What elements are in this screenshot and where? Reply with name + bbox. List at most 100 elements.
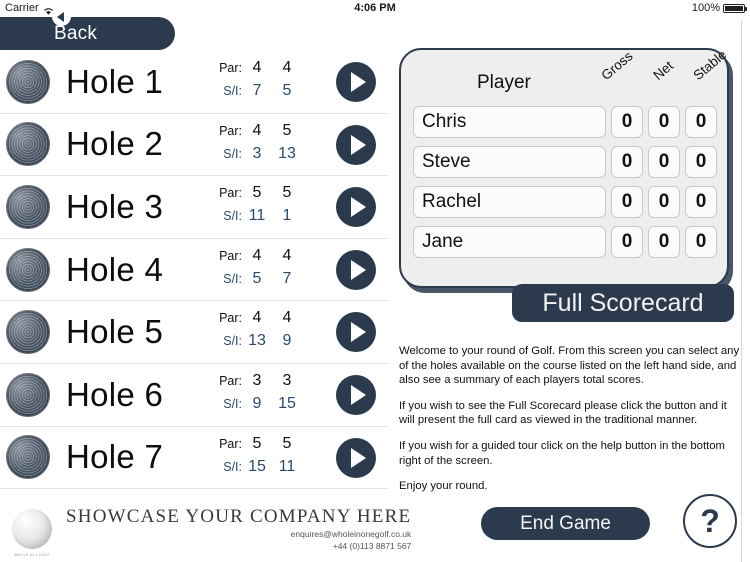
hole-row[interactable]: Hole 4 Par: 4 4 S/I: 5 7	[0, 239, 388, 302]
welcome-paragraph-3: If you wish for a guided tour click on t…	[399, 439, 725, 467]
golf-ball-icon	[6, 310, 50, 355]
play-hole-button[interactable]	[336, 249, 376, 290]
hole-stats: Par: 5 5 S/I: 15 11	[196, 435, 326, 481]
si-value-1: 5	[252, 269, 262, 287]
stable-score-box: 0	[685, 226, 717, 258]
full-scorecard-label: Full Scorecard	[542, 288, 704, 317]
par-value-2: 5	[282, 184, 292, 202]
scorecard-gross-header: Gross	[598, 48, 636, 83]
si-value-2: 13	[278, 144, 296, 162]
scorecard-player-header: Player	[477, 72, 531, 93]
scorecard-player-row[interactable]: Steve 0 0 0	[401, 142, 727, 182]
hole-name-label: Hole 7	[66, 438, 164, 476]
si-value-2: 9	[282, 332, 292, 350]
advert-phone: +44 (0)113 8871 567	[332, 541, 412, 551]
scorecard-player-row[interactable]: Jane 0 0 0	[401, 222, 727, 262]
golf-ball-icon	[6, 247, 50, 292]
welcome-text: Welcome to your round of Golf. From this…	[399, 344, 740, 505]
hole-row[interactable]: Hole 7 Par: 5 5 S/I: 15 11	[0, 427, 388, 490]
question-mark-icon: ?	[700, 502, 720, 539]
scorecard-rows: Chris 0 0 0 Steve 0 0 0 Rachel 0 0 0 Jane 0 0 0	[401, 102, 727, 262]
hole-stats: Par: 4 5 S/I: 3 13	[196, 122, 326, 168]
help-button[interactable]: ?	[683, 494, 737, 548]
par-label: Par:	[219, 436, 242, 451]
advert-headline: SHOWCASE YOUR COMPANY HERE	[66, 506, 412, 527]
play-hole-button[interactable]	[336, 374, 376, 415]
hole-name-label: Hole 4	[66, 250, 164, 288]
si-value-1: 15	[248, 457, 266, 475]
hole-name-label: Hole 5	[66, 313, 164, 351]
welcome-paragraph-1: Welcome to your round of Golf. From this…	[399, 345, 740, 387]
hole-row[interactable]: Hole 5 Par: 4 4 S/I: 13 9	[0, 301, 388, 364]
stable-score-box: 0	[685, 146, 717, 178]
summary-scorecard-panel: Player Gross Net Stable Chris 0 0 0 Steve 0 0 0…	[399, 47, 729, 288]
battery-percent-label: 100%	[691, 2, 720, 14]
golf-ball-icon	[6, 435, 50, 480]
play-arrow-icon	[351, 447, 366, 468]
back-button[interactable]: Back	[0, 17, 175, 50]
stable-score-box: 0	[685, 106, 717, 138]
par-value-1: 4	[252, 59, 262, 76]
hole-stats: Par: 5 5 S/I: 11 1	[196, 184, 326, 230]
golf-ball-icon	[6, 59, 50, 104]
si-value-2: 15	[278, 394, 296, 412]
hole-list[interactable]: Hole 1 Par: 4 4 S/I: 7 5 Hole 2 Par: 4 5 S/I: 3 13 Hol…	[0, 51, 388, 494]
scorecard-player-row[interactable]: Rachel 0 0 0	[401, 182, 727, 222]
par-value-1: 4	[252, 246, 262, 264]
si-value-2: 11	[278, 457, 296, 475]
golf-ball-icon	[6, 122, 50, 167]
play-hole-button[interactable]	[336, 124, 376, 165]
play-hole-button[interactable]	[336, 312, 376, 353]
advert-logo-caption: WHOLE IN 1 GOLF	[13, 553, 51, 557]
scorecard-player-row[interactable]: Chris 0 0 0	[401, 102, 727, 142]
si-value-2: 7	[282, 269, 292, 287]
stable-score-box: 0	[685, 186, 717, 218]
welcome-paragraph-4: Enjoy your round.	[399, 480, 488, 493]
play-hole-button[interactable]	[336, 187, 376, 228]
hole-row[interactable]: Hole 6 Par: 3 3 S/I: 9 15	[0, 364, 388, 427]
hole-stats: Par: 4 4 S/I: 5 7	[196, 247, 326, 293]
si-label: S/I:	[223, 459, 242, 474]
net-score-box: 0	[648, 186, 680, 218]
net-score-box: 0	[648, 106, 680, 138]
si-value-2: 1	[282, 207, 292, 225]
par-label: Par:	[219, 248, 242, 263]
gross-score-box: 0	[611, 146, 643, 178]
si-label: S/I:	[223, 84, 242, 98]
full-scorecard-button[interactable]: Full Scorecard	[512, 284, 734, 322]
play-arrow-icon	[351, 322, 366, 343]
end-game-button[interactable]: End Game	[481, 507, 650, 540]
hole-name-label: Hole 6	[66, 375, 164, 413]
play-arrow-icon	[351, 259, 366, 280]
play-hole-button[interactable]	[336, 437, 376, 478]
player-name-field[interactable]: Steve	[413, 146, 606, 178]
si-value-1: 13	[248, 332, 266, 350]
par-value-2: 4	[282, 246, 292, 264]
play-arrow-icon	[351, 134, 366, 155]
player-name-field[interactable]: Rachel	[413, 186, 606, 218]
hole-name-label: Hole 1	[66, 62, 164, 100]
end-game-label: End Game	[520, 512, 611, 534]
play-arrow-icon	[351, 72, 366, 92]
advert-email: enquires@wholeinonegolf.co.uk	[290, 529, 412, 539]
par-value-1: 5	[252, 184, 262, 202]
par-value-2: 4	[282, 59, 292, 76]
hole-row[interactable]: Hole 8Par:44S/I:13	[0, 489, 388, 494]
status-bar: Carrier 4:06 PM 100%	[0, 0, 750, 17]
player-name-field[interactable]: Jane	[413, 226, 606, 258]
app-root: Carrier 4:06 PM 100% Back Hole 1 Par: 4 4 S/…	[0, 0, 750, 562]
hole-row[interactable]: Hole 2 Par: 4 5 S/I: 3 13	[0, 114, 388, 177]
si-value-1: 9	[252, 394, 262, 412]
net-score-box: 0	[648, 146, 680, 178]
par-value-1: 5	[252, 434, 262, 452]
player-name-field[interactable]: Chris	[413, 106, 606, 138]
right-edge-divider	[741, 20, 742, 562]
hole-row[interactable]: Hole 3 Par: 5 5 S/I: 11 1	[0, 176, 388, 239]
hole-name-label: Hole 3	[66, 187, 164, 225]
play-hole-button[interactable]	[336, 62, 376, 102]
hole-row[interactable]: Hole 1 Par: 4 4 S/I: 7 5	[0, 51, 388, 114]
par-value-2: 4	[282, 309, 292, 327]
hole-name-label: Hole 2	[66, 125, 164, 163]
par-value-1: 4	[252, 121, 262, 139]
status-bar-time: 4:06 PM	[354, 2, 396, 14]
